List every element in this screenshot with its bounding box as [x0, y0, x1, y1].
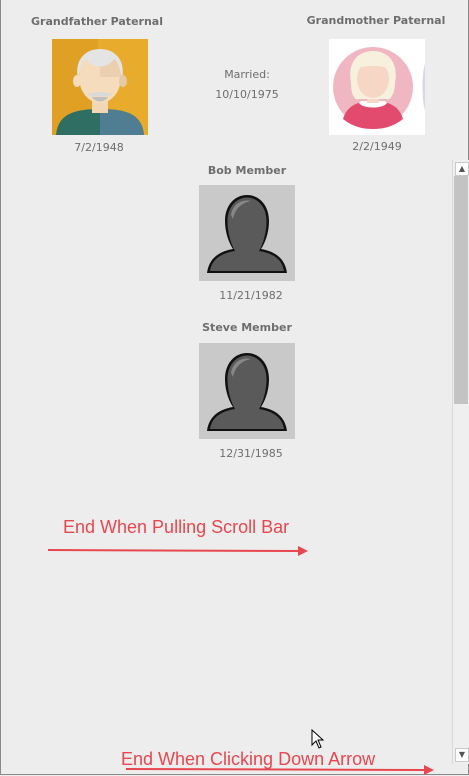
grandmother-date: 2/2/1949: [352, 140, 402, 153]
marriage-info: Married: 10/10/1975: [215, 65, 278, 105]
child-date-steve: 12/31/1985: [219, 447, 283, 460]
silhouette-avatar-icon[interactable]: [199, 343, 295, 439]
grandfather-title: Grandfather Paternal: [31, 15, 163, 28]
mouse-cursor-icon: [311, 729, 325, 749]
grandfather-date: 7/2/1948: [74, 141, 124, 154]
grandmother-title: Grandmother Paternal: [306, 14, 446, 27]
arrow-icon: [125, 765, 434, 775]
scroll-thumb[interactable]: [454, 176, 468, 404]
scroll-up-arrow-icon[interactable]: ▲: [455, 162, 469, 176]
marriage-date: 10/10/1975: [215, 88, 279, 101]
marriage-label: Married:: [224, 68, 270, 81]
annotation-scroll-bar: End When Pulling Scroll Bar: [63, 517, 290, 537]
child-name-steve: Steve Member: [202, 321, 292, 334]
child-date-bob: 11/21/1982: [219, 289, 283, 302]
arrow-icon: [47, 546, 308, 556]
grandmother-avatar-icon[interactable]: [329, 39, 425, 135]
grandfather-avatar-icon[interactable]: [52, 39, 148, 135]
vertical-scrollbar[interactable]: ▲ ▼: [452, 160, 469, 764]
child-name-bob: Bob Member: [207, 164, 287, 177]
silhouette-avatar-icon[interactable]: [199, 185, 295, 281]
scroll-down-arrow-icon[interactable]: ▼: [455, 748, 469, 762]
